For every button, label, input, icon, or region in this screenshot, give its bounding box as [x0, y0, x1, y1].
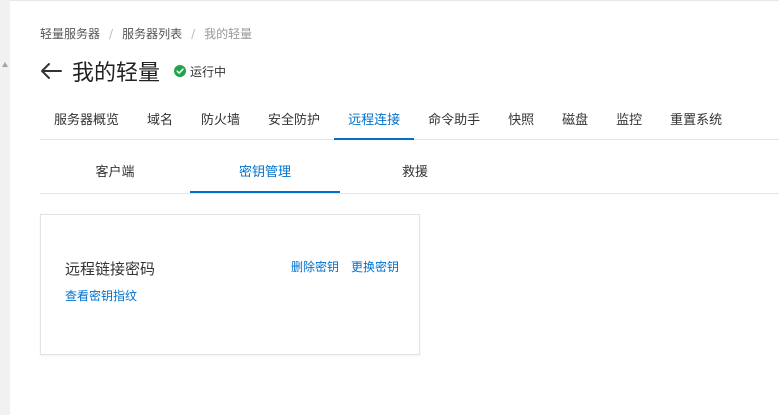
sub-tabs: 客户端 密钥管理 救援	[40, 155, 779, 194]
scroll-up-arrow-icon[interactable]	[2, 62, 8, 67]
status-text: 运行中	[190, 64, 227, 79]
top-divider	[0, 0, 779, 1]
left-scrollbar[interactable]	[0, 0, 10, 415]
tab-domain[interactable]: 域名	[133, 102, 187, 139]
breadcrumb-lighthouse[interactable]: 轻量服务器	[40, 25, 100, 43]
arrow-left-icon[interactable]	[40, 56, 62, 86]
breadcrumb: 轻量服务器 / 服务器列表 / 我的轻量	[40, 25, 252, 43]
tab-reset-system[interactable]: 重置系统	[656, 102, 736, 139]
view-fingerprint-link[interactable]: 查看密钥指纹	[65, 287, 137, 304]
breadcrumb-current: 我的轻量	[204, 27, 253, 41]
tab-disk[interactable]: 磁盘	[548, 102, 602, 139]
subtab-key-management[interactable]: 密钥管理	[190, 155, 340, 193]
breadcrumb-separator: /	[191, 27, 196, 41]
replace-key-link[interactable]: 更换密钥	[351, 258, 399, 275]
tab-overview[interactable]: 服务器概览	[40, 102, 133, 139]
breadcrumb-separator: /	[109, 27, 114, 41]
tab-security[interactable]: 安全防护	[254, 102, 334, 139]
page-title: 我的轻量	[72, 61, 161, 86]
main-tabs: 服务器概览 域名 防火墙 安全防护 远程连接 命令助手 快照 磁盘 监控 重置系…	[40, 102, 779, 140]
breadcrumb-server-list[interactable]: 服务器列表	[122, 25, 182, 43]
subtab-rescue[interactable]: 救援	[340, 155, 490, 193]
key-card-actions: 删除密钥 更换密钥	[291, 258, 399, 275]
tab-command-assistant[interactable]: 命令助手	[414, 102, 494, 139]
delete-key-link[interactable]: 删除密钥	[291, 258, 339, 275]
tab-snapshot[interactable]: 快照	[494, 102, 548, 139]
tab-remote-connection[interactable]: 远程连接	[334, 102, 415, 140]
status-badge: 运行中	[174, 63, 226, 80]
subtab-client[interactable]: 客户端	[40, 155, 190, 193]
tab-firewall[interactable]: 防火墙	[187, 102, 254, 139]
tab-monitoring[interactable]: 监控	[602, 102, 656, 139]
title-row: 我的轻量 运行中	[40, 55, 226, 87]
check-circle-icon	[174, 65, 187, 77]
key-card: 远程链接密码 删除密钥 更换密钥 查看密钥指纹	[40, 214, 420, 355]
key-card-title: 远程链接密码	[65, 260, 156, 278]
